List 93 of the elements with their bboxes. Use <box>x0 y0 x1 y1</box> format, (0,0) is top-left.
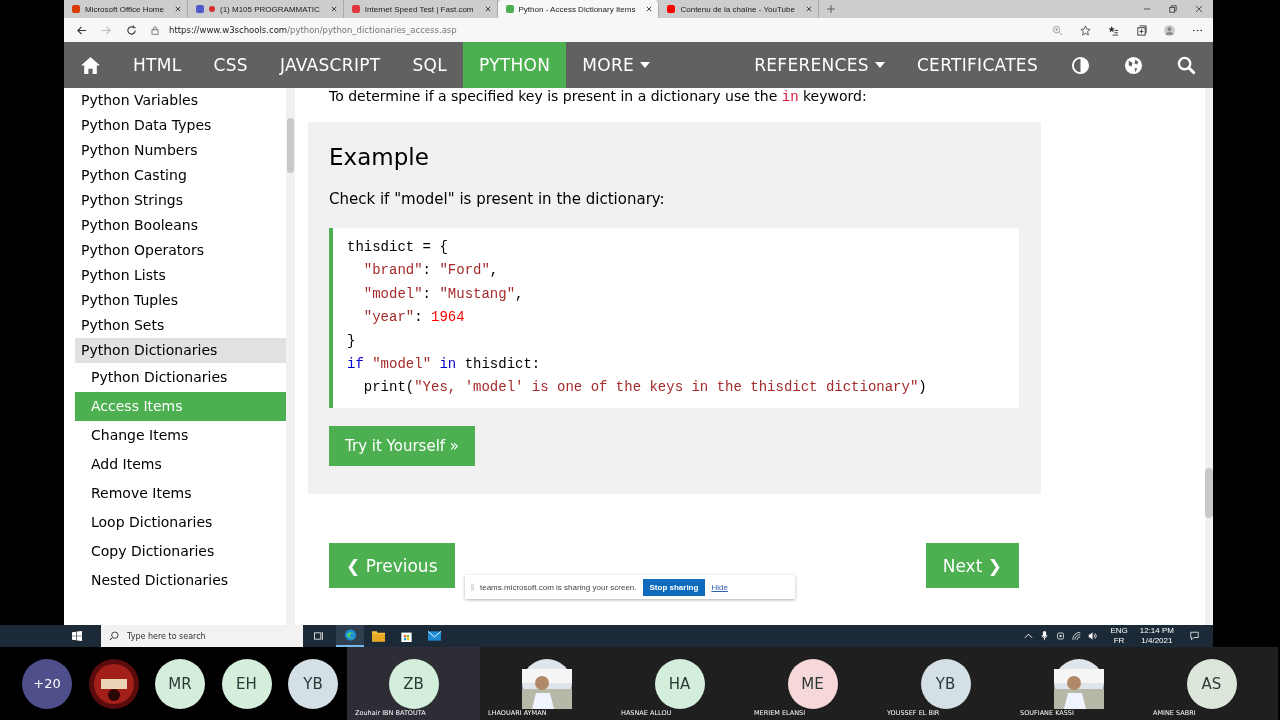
intro-text: To determine if a specified key is present in a dictionary use the in keyword: <box>328 88 868 107</box>
site-icon <box>505 5 514 13</box>
star-icon[interactable] <box>1080 24 1091 36</box>
restore-icon[interactable] <box>1169 5 1177 13</box>
speaker-icon[interactable] <box>1088 631 1098 641</box>
refresh-icon[interactable] <box>126 24 137 36</box>
code-line: "year": 1964 <box>362 308 466 328</box>
stop-sharing-button[interactable]: Stop sharing <box>642 578 706 596</box>
close-icon[interactable] <box>330 6 337 12</box>
profile-icon[interactable] <box>1164 24 1175 36</box>
contrast-icon[interactable] <box>1071 55 1090 75</box>
sidebar-subitem[interactable]: Remove Items <box>75 479 287 508</box>
nav-link[interactable]: MORE <box>566 42 667 88</box>
close-icon[interactable] <box>646 6 653 12</box>
task-view-icon[interactable] <box>313 631 324 641</box>
participant-avatar: AS <box>1186 659 1237 709</box>
new-tab-icon[interactable] <box>826 5 835 13</box>
example-heading: Example <box>329 144 429 170</box>
sidebar-item[interactable]: Python Sets <box>75 313 287 338</box>
browser-tab[interactable]: Python - Access Dictionary Items <box>497 0 660 18</box>
code-line: print("Yes, 'model' is one of the keys in the thisdict dictionary") <box>362 378 928 398</box>
language-indicator[interactable]: ENG FR <box>1110 626 1128 646</box>
taskbar-search-field[interactable]: Type here to search <box>101 625 303 647</box>
more-participants-badge[interactable]: +20 <box>22 658 72 709</box>
sidebar-subitem[interactable]: Nested Dictionaries <box>75 566 287 595</box>
sidebar-item[interactable]: Python Casting <box>75 163 287 188</box>
nav-link[interactable]: CSS <box>197 42 264 88</box>
sidebar-item[interactable]: Python Data Types <box>75 113 287 138</box>
participant-avatar: YB <box>288 658 338 709</box>
close-icon[interactable] <box>175 6 181 12</box>
search-icon[interactable] <box>1177 55 1196 75</box>
site-icon <box>667 5 676 13</box>
clock[interactable]: 12:14 PM 1/4/2021 <box>1139 626 1174 646</box>
sharing-message: teams.microsoft.com is sharing your screen. <box>480 582 637 592</box>
sidebar-subitem[interactable]: Loop Dictionaries <box>75 508 287 537</box>
microphone-icon[interactable] <box>1040 631 1050 641</box>
participant-avatar: HA <box>654 659 705 709</box>
collections-icon[interactable] <box>1136 24 1147 36</box>
sidebar-item[interactable]: Python Tuples <box>75 288 287 313</box>
search-icon <box>109 631 119 641</box>
scrollbar[interactable] <box>1205 88 1213 625</box>
participant-avatar: ME <box>787 659 838 709</box>
close-icon[interactable] <box>484 6 491 12</box>
participant-avatar: YB <box>920 659 971 709</box>
sidebar-item[interactable]: Python Dictionaries <box>75 338 287 363</box>
code-line: "brand": "Ford", <box>362 261 500 281</box>
close-icon[interactable] <box>1195 5 1203 13</box>
sidebar-subitem[interactable]: Add Items <box>75 450 287 479</box>
code-line: "model": "Mustang", <box>362 284 525 304</box>
sidebar-item[interactable]: Python Booleans <box>75 213 287 238</box>
caret-icon <box>874 62 885 68</box>
close-icon[interactable] <box>805 6 812 12</box>
sidebar-subitem[interactable]: Copy Dictionaries <box>75 537 287 566</box>
recording-icon <box>209 6 215 12</box>
chevron-up-icon[interactable] <box>1024 631 1034 641</box>
windows-start-icon[interactable] <box>72 631 82 641</box>
sidebar-item[interactable]: Python Variables <box>75 88 287 113</box>
notification-icon[interactable] <box>1190 631 1199 641</box>
nav-link[interactable]: CERTIFICATES <box>900 42 1054 88</box>
hide-link[interactable]: Hide <box>711 582 728 592</box>
participant-avatar: EH <box>221 658 272 709</box>
sidebar-item[interactable]: Python Numbers <box>75 138 287 163</box>
folder-icon[interactable] <box>371 630 385 642</box>
favorites-icon[interactable] <box>1108 24 1119 36</box>
nav-link[interactable]: REFERENCES <box>738 42 901 88</box>
code-line: } <box>347 331 357 351</box>
wifi-icon[interactable] <box>1072 631 1082 641</box>
participant-avatar: MR <box>155 658 205 709</box>
store-icon[interactable] <box>399 630 413 642</box>
site-icon <box>72 5 80 13</box>
sidebar-subitem[interactable]: Change Items <box>75 421 287 450</box>
scrollbar[interactable] <box>286 88 295 625</box>
camera-icon[interactable] <box>1056 631 1066 641</box>
caret-icon <box>640 62 651 68</box>
nav-link[interactable]: JAVASCRIPT <box>263 42 397 88</box>
example-description: Check if "model" is present in the dictionary: <box>329 190 665 208</box>
sidebar-item[interactable]: Python Strings <box>75 188 287 213</box>
home-icon[interactable] <box>80 55 101 75</box>
sidebar-item[interactable]: Python Operators <box>75 238 287 263</box>
site-icon <box>351 5 360 13</box>
browser-icon[interactable] <box>343 629 357 641</box>
nav-link[interactable]: SQL <box>396 42 463 88</box>
mail-icon[interactable] <box>427 630 441 642</box>
back-arrow-icon[interactable] <box>76 24 87 36</box>
sidebar-subitem[interactable]: Python Dictionaries <box>75 363 287 392</box>
participant-avatar: ZB <box>388 659 439 709</box>
lock-icon <box>151 25 159 35</box>
sidebar-item[interactable]: Python Lists <box>75 263 287 288</box>
site-icon <box>196 5 204 13</box>
code-line: thisdict = { <box>347 238 449 257</box>
code-line: if "model" in thisdict: <box>347 355 542 375</box>
grip-icon[interactable] <box>471 583 474 591</box>
nav-link[interactable]: HTML <box>117 42 198 88</box>
